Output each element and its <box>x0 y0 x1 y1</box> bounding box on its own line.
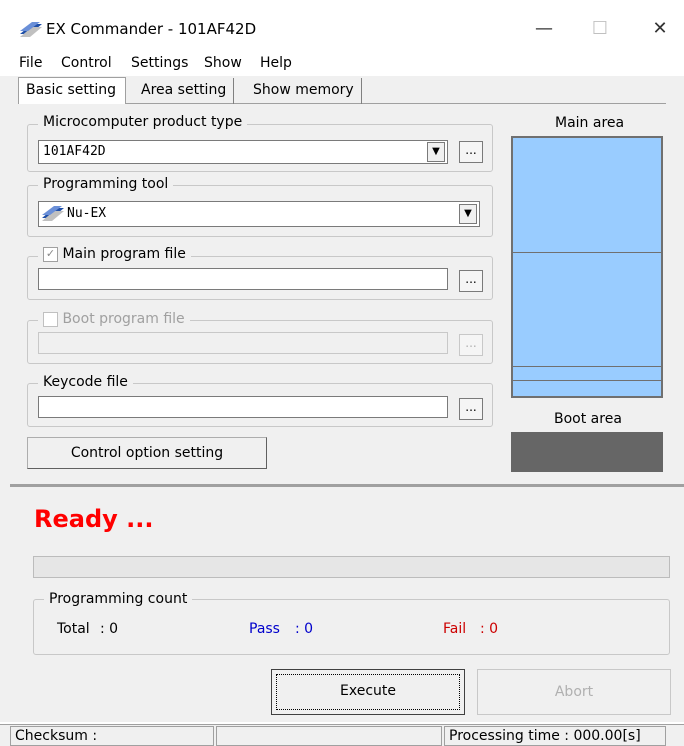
boot-program-input[interactable] <box>38 332 448 354</box>
boot-program-browse-button[interactable]: ... <box>459 334 483 356</box>
pass-label: Pass <box>249 621 280 637</box>
menu-file[interactable]: File <box>19 55 42 71</box>
execute-button[interactable]: Execute <box>271 669 465 715</box>
main-area-divider <box>513 252 661 253</box>
menu-control[interactable]: Control <box>61 55 112 71</box>
programming-count-label: Programming count <box>44 591 193 607</box>
boot-program-checkbox[interactable] <box>43 311 58 327</box>
main-area-divider <box>513 366 661 367</box>
progress-bar <box>33 556 670 578</box>
nu-ex-tool-icon <box>42 206 64 221</box>
processing-time-panel: Processing time : 000.00[s] <box>444 726 666 746</box>
main-program-checkbox[interactable]: ✓ <box>43 246 58 262</box>
status-middle-panel <box>216 726 442 746</box>
programming-tool-select[interactable]: Nu-EX ▼ <box>38 201 480 227</box>
menu-help[interactable]: Help <box>260 55 292 71</box>
fail-label: Fail <box>443 621 467 637</box>
section-divider <box>10 484 684 487</box>
total-label: Total <box>57 621 90 637</box>
menu-bar: File Control Settings Show Help <box>0 50 684 76</box>
keycode-browse-button[interactable]: ... <box>459 398 483 420</box>
maximize-button[interactable]: ☐ <box>580 14 620 44</box>
tab-area-setting[interactable]: Area setting <box>134 78 235 104</box>
title-bar: EX Commander - 101AF42D — ☐ ✕ <box>0 0 684 50</box>
programming-count-group <box>33 599 670 655</box>
boot-program-label: Boot program file <box>62 311 185 327</box>
micro-type-select[interactable]: 101AF42D ▼ <box>38 140 448 164</box>
window-title: EX Commander - 101AF42D <box>46 20 257 38</box>
keycode-input[interactable] <box>38 396 448 418</box>
close-button[interactable]: ✕ <box>640 14 680 44</box>
main-program-label: Main program file <box>62 246 186 262</box>
main-area-label: Main area <box>555 115 625 131</box>
boot-program-label-wrap: Boot program file <box>38 311 190 327</box>
fail-value: : 0 <box>480 621 499 637</box>
pass-value: : 0 <box>295 621 314 637</box>
total-value: : 0 <box>100 621 119 637</box>
main-area-map <box>511 136 663 398</box>
tab-basic-setting[interactable]: Basic setting <box>18 77 126 104</box>
control-option-button[interactable]: Control option setting <box>27 437 267 469</box>
main-program-browse-button[interactable]: ... <box>459 270 483 292</box>
main-program-label-wrap: ✓ Main program file <box>38 246 191 262</box>
tab-show-memory[interactable]: Show memory <box>246 78 362 104</box>
programming-tool-value: Nu-EX <box>67 206 107 221</box>
checksum-panel: Checksum : <box>10 726 214 746</box>
abort-button[interactable]: Abort <box>477 669 671 715</box>
menu-settings[interactable]: Settings <box>131 55 188 71</box>
ready-status: Ready ... <box>34 505 154 533</box>
menu-show[interactable]: Show <box>204 55 242 71</box>
chevron-down-icon[interactable]: ▼ <box>427 142 445 162</box>
focus-rect <box>276 674 460 710</box>
minimize-button[interactable]: — <box>524 14 564 44</box>
micro-type-browse-button[interactable]: ... <box>459 141 483 163</box>
main-area-divider <box>513 380 661 381</box>
app-icon <box>20 22 42 37</box>
keycode-label: Keycode file <box>38 374 133 390</box>
boot-area-label: Boot area <box>554 411 622 427</box>
micro-type-value: 101AF42D <box>43 144 106 159</box>
micro-type-label: Microcomputer product type <box>38 114 248 130</box>
main-program-input[interactable] <box>38 268 448 290</box>
boot-area-map <box>511 432 663 472</box>
chevron-down-icon[interactable]: ▼ <box>459 204 477 224</box>
programming-tool-label: Programming tool <box>38 176 174 192</box>
